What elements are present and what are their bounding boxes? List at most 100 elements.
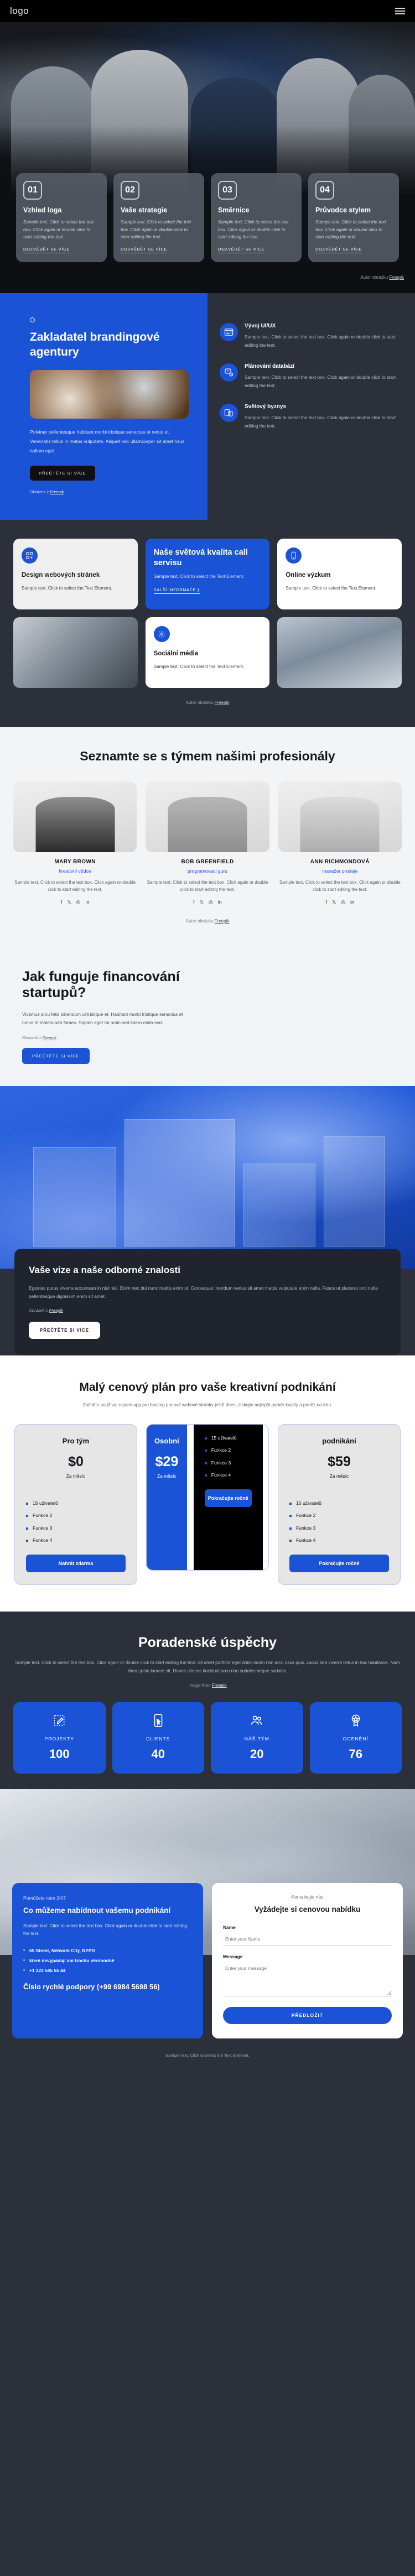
hero-card[interactable]: 01 Vzhled loga Sample text. Click to sel… [16,173,107,262]
contact-phone[interactable]: +1 222 545 55 44 [29,1968,65,1973]
team-group-icon [251,1716,262,1725]
credit-link[interactable]: Freepik [43,1035,56,1040]
plan-feature-label: Funkce 2 [33,1513,53,1519]
team-section: Seznamte se s týmem našimi profesionály … [0,727,415,942]
credit-prefix: Image from [188,1683,211,1688]
member-text: Sample text. Click to select the text bo… [279,879,401,893]
linkedin-icon[interactable]: in [85,899,89,905]
plan-feature: 15 uživatelů [26,1500,126,1507]
service-more-link[interactable]: DALŠÍ INFORMACE ⟫ [153,587,200,594]
credit-prefix: Autor obrázku [185,700,214,706]
credit-link[interactable]: Freepik [49,1308,63,1313]
message-textarea[interactable] [223,1962,392,1997]
stats-body: Sample text. Click to select the text bo… [15,1660,400,1674]
founder-body: Pulvinar pellentesque habitant morbi tri… [30,429,185,454]
quote-form-panel: Kontaktujte nás Vyžádejte si cenovou nab… [212,1883,403,2039]
plan-cta-button[interactable]: Nahrát zdarma [26,1555,126,1573]
plan-feature-list: 15 uživatelů Funkce 2 Funkce 3 Funkce 4 [205,1435,252,1479]
service-card-social-media[interactable]: Sociální média Sample text. Click to sel… [145,617,270,689]
plan-feature: Funkce 3 [205,1459,252,1467]
member-name: MARY BROWN [54,858,96,865]
funding-read-more-button[interactable]: PŘEČTĚTE SI VÍCE [22,1047,90,1064]
plan-body: 15 uživatelů Funkce 2 Funkce 3 Funkce 4 … [15,1490,137,1584]
vision-body: Egestas purus viverra accumsan in nisl n… [29,1285,378,1300]
member-socials: f 𝕏 ◎ in [278,899,402,905]
stat-counter-clients: CLIENTS 40 [112,1702,204,1774]
member-name: ANN RICHMONDOVÁ [310,858,370,865]
services-grid: Design webových stránek Sample text. Cli… [13,539,402,689]
design-pen-icon [54,1715,65,1726]
hero-card-number: 02 [121,181,139,200]
service-title: Naše světová kvalita call servisu [153,548,248,568]
credit-link[interactable]: Freepik [50,489,64,494]
feature-title: Světový byznys [245,404,287,410]
founder-read-more-button[interactable]: PŘEČTĚTE SI VÍCE [30,466,95,481]
plan-period: Za měsíc [66,1473,86,1479]
hero-card[interactable]: 03 Směrnice Sample text. Click to select… [211,173,302,262]
plan-cta-button[interactable]: Pokračujte ročně [204,1489,252,1508]
member-socials: f 𝕏 ◎ in [146,899,269,905]
stat-counter-team: NÁŠ TÝM 20 [211,1702,303,1774]
submit-button[interactable]: PŘEDLOŽIT [223,2007,392,2025]
hero-card-number: 01 [23,181,42,200]
plan-name: Pro tým [62,1436,90,1445]
plan-feature: Funkce 3 [289,1525,389,1532]
hero-card-number: 04 [315,181,334,200]
linkedin-icon[interactable]: in [350,899,354,905]
instagram-icon[interactable]: ◎ [76,899,81,905]
plan-header: Osobní $29 Za měsíc [147,1424,187,1571]
credit-link[interactable]: Freepik [389,275,404,280]
stat-label: CLIENTS [146,1736,170,1742]
stat-counter-projects: PROJEKTY 100 [13,1702,106,1774]
plan-feature-label: Funkce 4 [33,1537,53,1543]
credit-prefix: Autor obrázku [185,918,214,924]
contact-columns: Pomůžete nám 24/7 Co můžeme nabídnout va… [0,1883,415,2039]
credit-link[interactable]: Freepik [215,919,230,924]
contact-note: které nevypadají ani trochu věrohodně [29,1958,115,1964]
credit-link[interactable]: Freepik [215,700,230,705]
hero-card-link[interactable]: DOZVĚDĚT SE VÍCE [218,247,265,253]
member-socials: f 𝕏 ◎ in [13,899,137,905]
plan-name: podnikání [322,1436,356,1445]
twitter-icon[interactable]: 𝕏 [200,899,204,905]
plan-feature: Funkce 2 [26,1512,126,1519]
hamburger-icon[interactable] [395,8,405,14]
footer-text: Sample text. Click to select the Text El… [165,2053,250,2058]
instagram-icon[interactable]: ◎ [209,899,213,905]
facebook-icon[interactable]: f [61,899,63,905]
hero-card-link[interactable]: DOZVĚDĚT SE VÍCE [23,247,70,253]
linkedin-icon[interactable]: in [218,899,222,905]
instagram-icon[interactable]: ◎ [341,899,345,905]
pricing-plan-personal: Osobní $29 Za měsíc 15 uživatelů Funkce … [146,1423,269,1571]
service-card-web-design[interactable]: Design webových stránek Sample text. Cli… [13,539,138,610]
facebook-icon[interactable]: f [193,899,195,905]
service-card-call-service[interactable]: Naše světová kvalita call servisu Sample… [145,539,270,610]
name-input[interactable] [223,1933,392,1947]
facebook-icon[interactable]: f [325,899,327,905]
plan-cta-button[interactable]: Pokračujte ročně [289,1555,389,1573]
twitter-icon[interactable]: 𝕏 [332,899,336,905]
logo[interactable]: logo [10,6,29,17]
vision-read-more-button[interactable]: PŘEČTĚTE SI VÍCE [29,1321,101,1339]
credit-link[interactable]: Freepik [212,1683,227,1688]
hero-background-photo [0,22,415,194]
pricing-plans: Pro tým $0 Za měsíc 15 uživatelů Funkce … [14,1423,401,1586]
plan-feature-label: 15 uživatelů [296,1500,321,1506]
founder-title: Zakladatel brandingové agentury [30,331,160,358]
hero-card[interactable]: 04 Průvodce stylem Sample text. Click to… [308,173,399,262]
contact-list: 65 Street, Network City, NYPD které nevy… [23,1948,192,1973]
service-card-online-research[interactable]: Online výzkum Sample text. Click to sele… [277,539,402,610]
hero-card-link[interactable]: DOZVĚDĚT SE VÍCE [121,247,168,253]
tap-phone-icon [154,1714,163,1728]
member-name: BOB GREENFIELD [181,858,234,865]
hero-card-title: Vzhled loga [23,206,62,215]
pricing-plan-team: Pro tým $0 Za měsíc 15 uživatelů Funkce … [14,1423,137,1586]
service-title: Sociální média [153,650,199,658]
twitter-icon[interactable]: 𝕏 [67,899,71,905]
hero-card[interactable]: 02 Vaše strategie Sample text. Click to … [113,173,204,262]
message-label: Message [223,1954,243,1960]
plan-feature-list: 15 uživatelů Funkce 2 Funkce 3 Funkce 4 [26,1500,126,1544]
vision-building-photo [0,1086,415,1269]
hero-card-link[interactable]: DOZVĚDĚT SE VÍCE [315,247,362,253]
feature-item: Plánování databází Sample text. Click to… [220,363,401,389]
